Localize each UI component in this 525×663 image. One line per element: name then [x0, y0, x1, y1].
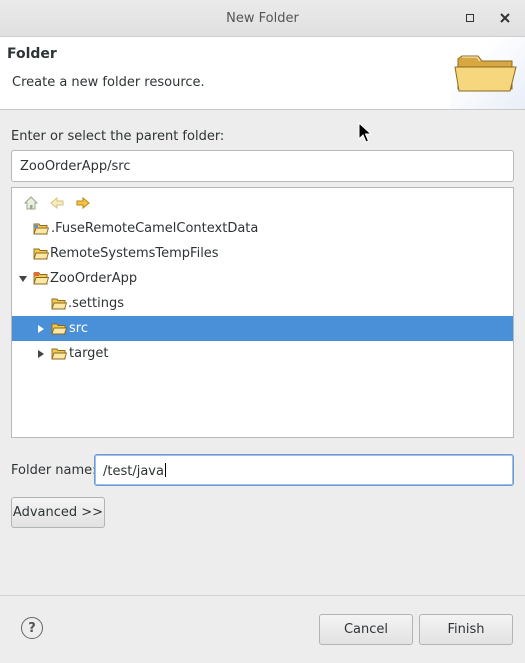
- tree-item-label: .settings: [68, 296, 124, 311]
- cancel-button[interactable]: Cancel: [319, 614, 413, 645]
- project-icon: [33, 271, 49, 284]
- collapse-toggle[interactable]: [17, 273, 29, 285]
- back-arrow-icon: [50, 196, 64, 210]
- chevron-right-icon: [38, 324, 44, 333]
- close-button[interactable]: [497, 10, 513, 26]
- folder-tree[interactable]: .FuseRemoteCamelContextData RemoteSystem…: [11, 187, 514, 438]
- home-button[interactable]: [22, 194, 40, 212]
- tree-item-remote-systems-temp-files[interactable]: RemoteSystemsTempFiles: [12, 241, 513, 266]
- parent-folder-input[interactable]: ZooOrderApp/src: [11, 150, 514, 182]
- tree-item-label: .FuseRemoteCamelContextData: [51, 221, 259, 236]
- tree-item-target[interactable]: target: [12, 341, 513, 366]
- folder-name-input[interactable]: /test/java: [94, 454, 514, 486]
- text-caret: [164, 463, 166, 477]
- advanced-button[interactable]: Advanced >>: [11, 497, 105, 528]
- expand-toggle[interactable]: [35, 348, 47, 360]
- chevron-right-icon: [38, 349, 44, 358]
- help-icon: ?: [28, 620, 36, 636]
- title-bar: New Folder: [0, 0, 525, 37]
- folder-name-label: Folder name:: [11, 463, 97, 478]
- page-title: Folder: [7, 46, 57, 62]
- page-description: Create a new folder resource.: [12, 75, 205, 90]
- tree-item-label: RemoteSystemsTempFiles: [50, 246, 219, 261]
- tree-item-settings[interactable]: .settings: [12, 291, 513, 316]
- forward-arrow-icon: [76, 196, 90, 210]
- back-button[interactable]: [48, 194, 66, 212]
- help-button[interactable]: ?: [21, 617, 43, 639]
- tree-item-label: target: [69, 346, 109, 361]
- tree-toolbar: [22, 194, 92, 212]
- chevron-down-icon: [19, 275, 27, 282]
- tree-item-zoo-order-app[interactable]: ZooOrderApp: [12, 266, 513, 291]
- expand-toggle[interactable]: [35, 323, 47, 335]
- open-folder-icon: [33, 223, 49, 234]
- forward-button[interactable]: [74, 194, 92, 212]
- open-folder-icon: [33, 248, 49, 259]
- footer-divider: [0, 595, 525, 596]
- maximize-button[interactable]: [462, 10, 478, 26]
- window-title: New Folder: [226, 11, 299, 26]
- tree-item-label: src: [69, 321, 88, 336]
- finish-button[interactable]: Finish: [419, 614, 513, 645]
- home-icon: [23, 196, 39, 210]
- folder-icon: [51, 298, 67, 309]
- folder-banner-icon: [450, 37, 525, 109]
- mouse-pointer-icon: [358, 122, 372, 143]
- tree-item-fuse-remote-camel-context-data[interactable]: .FuseRemoteCamelContextData: [12, 216, 513, 241]
- tree-item-label: ZooOrderApp: [50, 271, 138, 286]
- folder-icon: [51, 348, 67, 359]
- parent-folder-label: Enter or select the parent folder:: [11, 129, 225, 144]
- wizard-header: Folder Create a new folder resource.: [0, 37, 525, 110]
- folder-icon: [51, 323, 67, 334]
- maximize-icon: [466, 14, 474, 22]
- folder-name-value: /test/java: [103, 464, 164, 479]
- tree-item-src[interactable]: src: [12, 316, 513, 341]
- close-icon: [500, 13, 510, 23]
